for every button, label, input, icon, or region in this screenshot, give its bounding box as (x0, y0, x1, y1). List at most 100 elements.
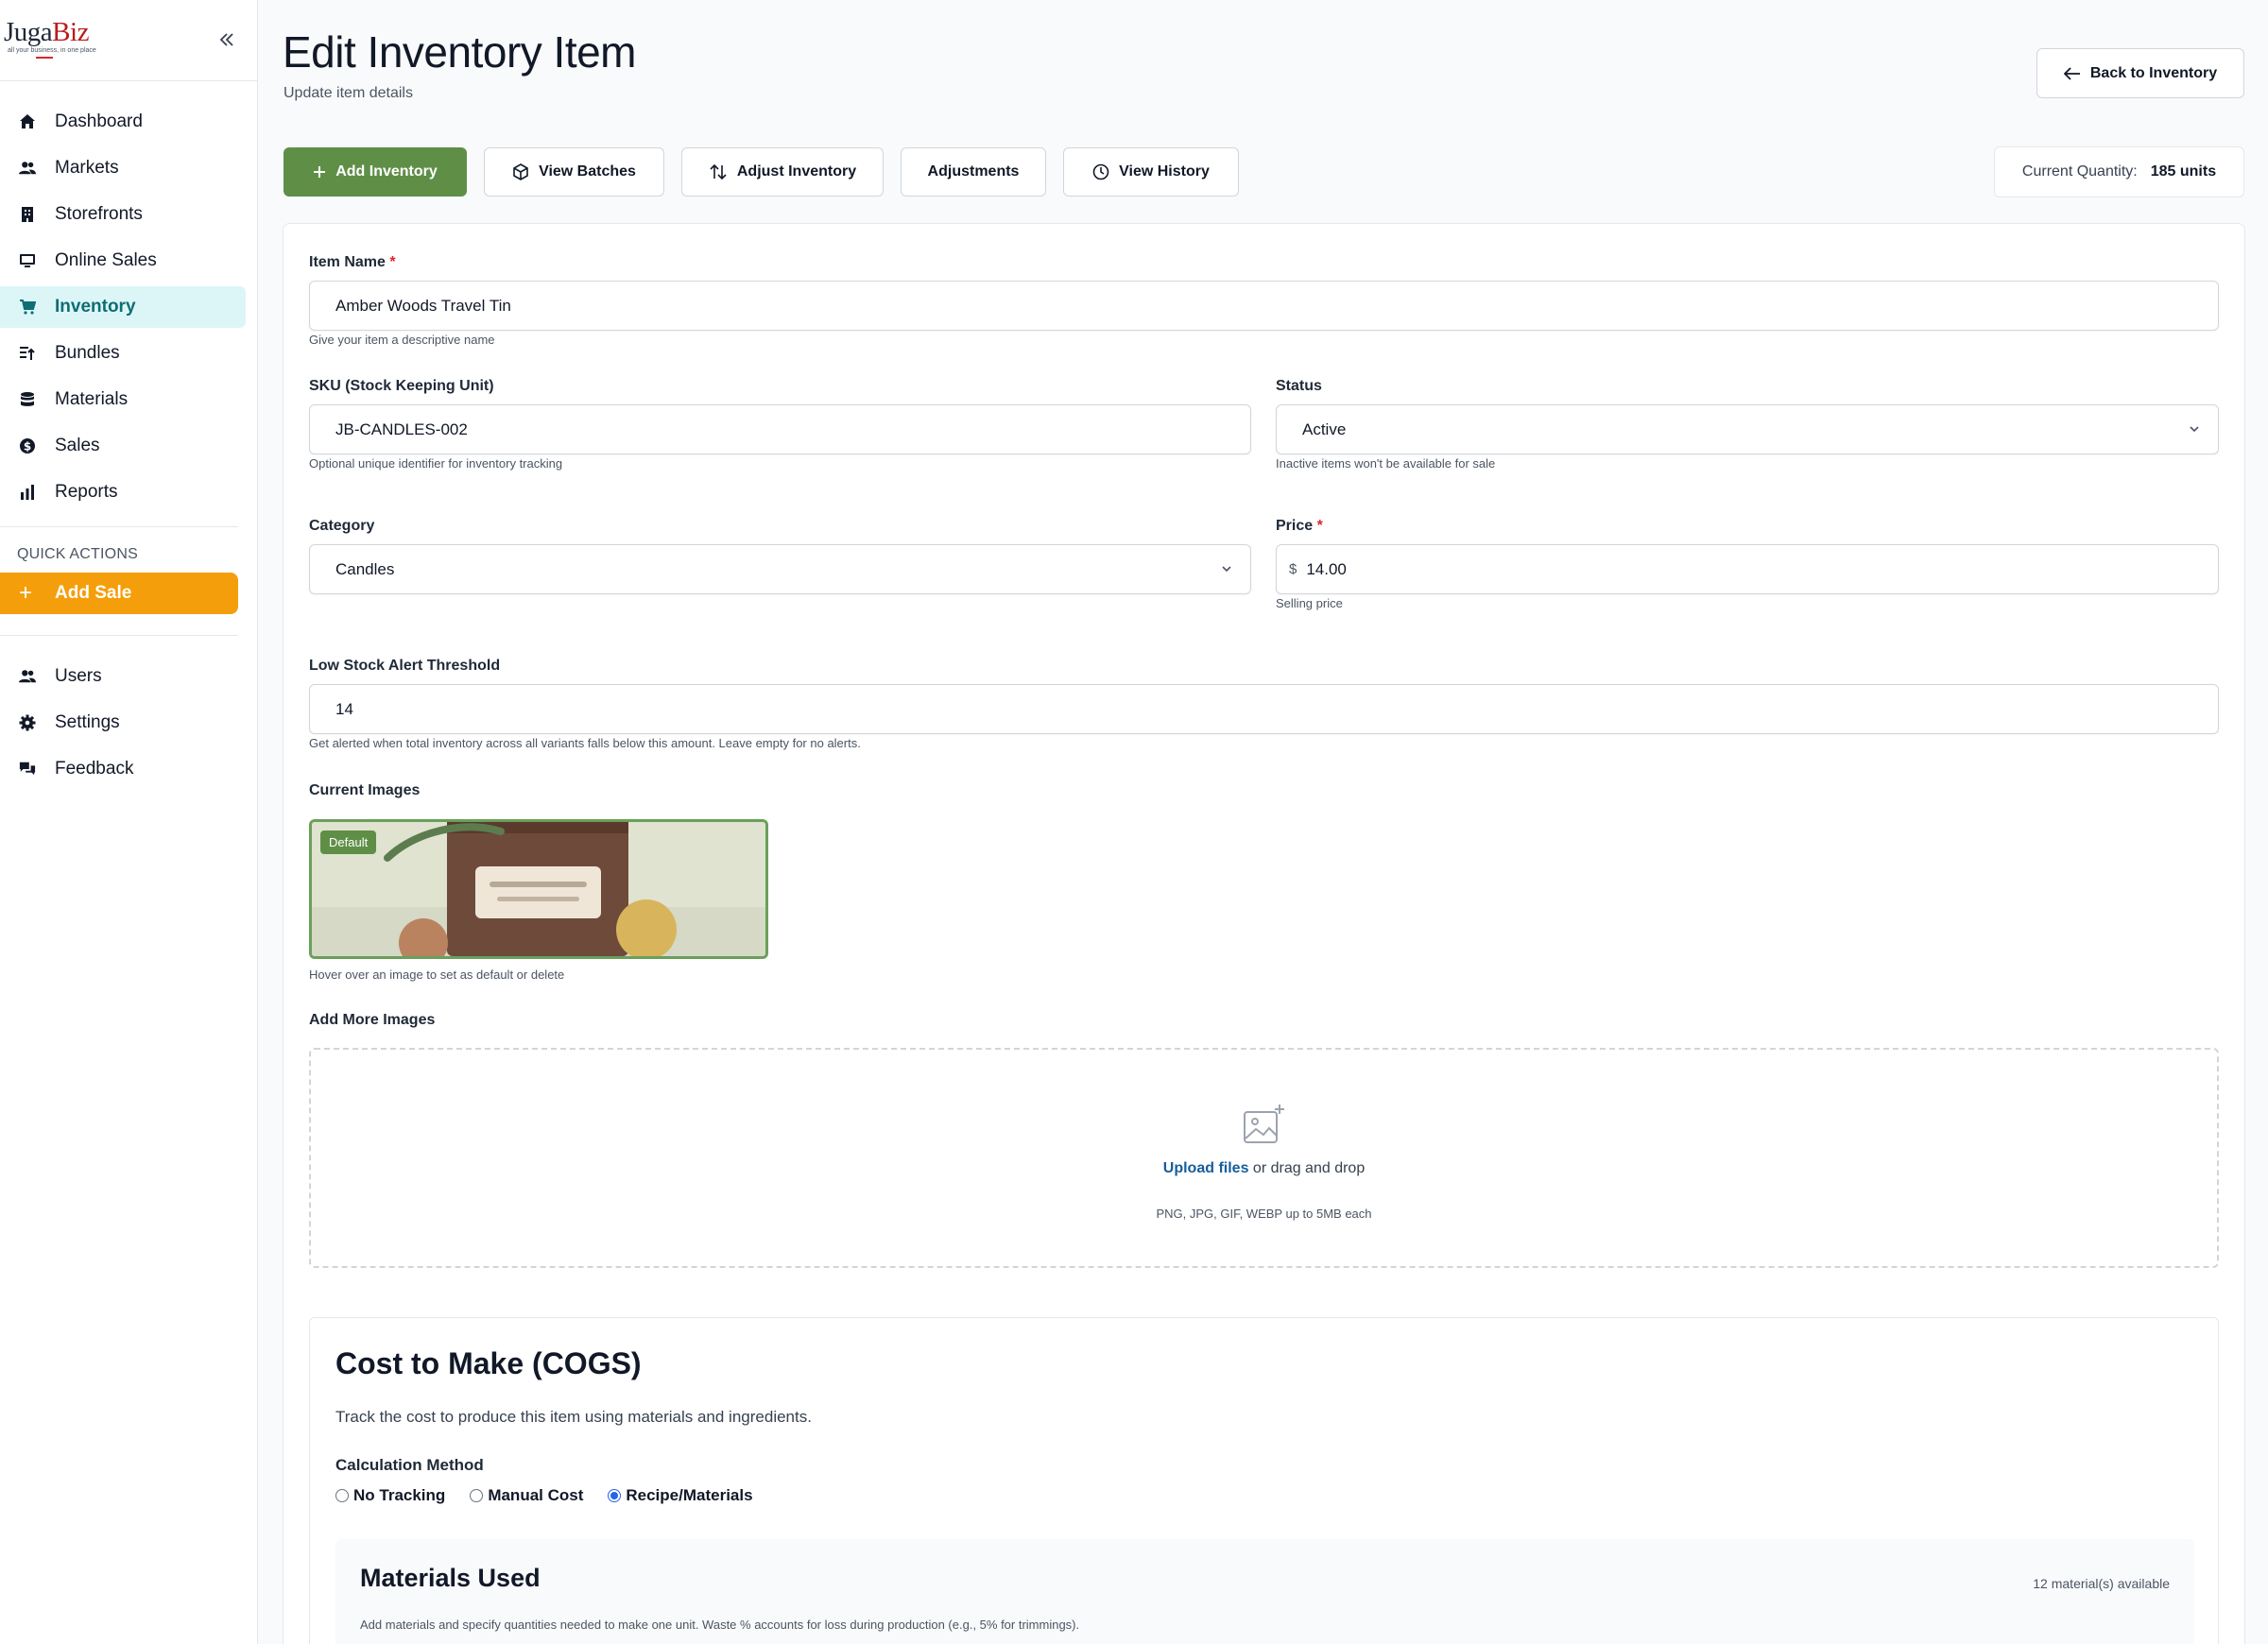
sidebar-item-label: Reports (55, 482, 118, 502)
category-select[interactable]: Candles (309, 544, 1251, 594)
radio-circle[interactable] (335, 1489, 349, 1502)
sidebar-item-label: Sales (55, 436, 100, 455)
sidebar-item-label: Users (55, 666, 102, 686)
sidebar-item-label: Dashboard (55, 111, 143, 131)
sidebar-item-reports[interactable]: Reports (0, 471, 246, 513)
add-inventory-button[interactable]: Add Inventory (284, 147, 467, 197)
monitor-icon (19, 252, 36, 269)
back-to-inventory-label: Back to Inventory (2089, 64, 2218, 81)
status-label: Status (1276, 378, 1322, 394)
cogs-description: Track the cost to produce this item usin… (335, 1408, 812, 1426)
current-images-help: Hover over an image to set as default or… (309, 968, 565, 982)
people-icon (19, 668, 36, 685)
sidebar: JugaBiz all your business, in one place … (0, 0, 258, 1644)
image-plus-icon (1244, 1105, 1284, 1143)
price-help: Selling price (1276, 596, 1343, 610)
low-stock-label: Low Stock Alert Threshold (309, 658, 501, 674)
sidebar-item-storefronts[interactable]: Storefronts (0, 194, 246, 235)
category-value: Candles (335, 559, 395, 578)
sidebar-item-label: Inventory (55, 297, 136, 317)
upload-files-link[interactable]: Upload files (1163, 1160, 1249, 1176)
view-history-button[interactable]: View History (1063, 147, 1239, 197)
product-image-thumbnail[interactable]: Default (309, 819, 768, 959)
sidebar-item-feedback[interactable]: Feedback (0, 748, 246, 790)
brand-name-part2: Biz (52, 17, 89, 47)
double-chevron-left-icon (219, 33, 233, 46)
edit-item-form: Item Name * Amber Woods Travel Tin Give … (283, 223, 2245, 1644)
sidebar-item-materials[interactable]: Materials (0, 379, 246, 420)
radio-label: No Tracking (353, 1486, 446, 1504)
radio-label: Recipe/Materials (626, 1486, 753, 1504)
cube-icon (513, 163, 528, 180)
current-images-label: Current Images (309, 782, 421, 798)
currency-symbol: $ (1289, 561, 1297, 577)
sidebar-item-dashboard[interactable]: Dashboard (0, 101, 246, 143)
sidebar-item-markets[interactable]: Markets (0, 147, 246, 189)
sidebar-item-label: Storefronts (55, 204, 143, 224)
item-name-input[interactable]: Amber Woods Travel Tin (309, 281, 2219, 331)
cart-icon (19, 299, 36, 316)
calculation-method-label: Calculation Method (335, 1456, 484, 1474)
current-quantity-value: 185 units (2150, 163, 2217, 180)
price-label: Price * (1276, 518, 1323, 534)
sidebar-item-label: Markets (55, 158, 119, 178)
materials-used-title: Materials Used (360, 1564, 541, 1592)
status-value: Active (1302, 420, 1347, 438)
upload-formats: PNG, JPG, GIF, WEBP up to 5MB each (1156, 1207, 1372, 1221)
sidebar-item-label: Feedback (55, 759, 134, 779)
adjust-inventory-label: Adjust Inventory (736, 163, 857, 180)
bar-chart-icon (19, 484, 36, 501)
action-toolbar: Add Inventory View Batches Adjust Invent… (284, 147, 1256, 197)
sidebar-item-label: Materials (55, 389, 129, 409)
calculation-method-radios: No Tracking Manual Cost Recipe/Materials (335, 1486, 778, 1505)
add-inventory-label: Add Inventory (335, 163, 438, 180)
upload-drag-text: or drag and drop (1248, 1160, 1366, 1176)
svg-text:$: $ (24, 440, 31, 454)
chevron-down-icon (2190, 426, 2199, 433)
add-sale-button[interactable]: + Add Sale (0, 573, 238, 614)
adjust-inventory-button[interactable]: Adjust Inventory (681, 147, 884, 197)
sidebar-item-settings[interactable]: Settings (0, 702, 246, 744)
radio-circle-selected[interactable] (608, 1489, 622, 1502)
view-batches-button[interactable]: View Batches (484, 147, 664, 197)
gear-icon (19, 714, 36, 731)
sidebar-item-label: Bundles (55, 343, 120, 363)
cogs-section: Cost to Make (COGS) Track the cost to pr… (309, 1317, 2219, 1644)
brand-logo[interactable]: JugaBiz (4, 17, 89, 48)
radio-recipe-materials[interactable]: Recipe/Materials (608, 1486, 753, 1505)
brand-name-part1: Juga (4, 17, 53, 47)
sidebar-item-sales[interactable]: $ Sales (0, 425, 246, 467)
dollar-icon: $ (19, 437, 36, 454)
radio-manual-cost[interactable]: Manual Cost (470, 1486, 583, 1505)
sku-label: SKU (Stock Keeping Unit) (309, 378, 494, 394)
collapse-sidebar-button[interactable] (214, 26, 240, 53)
page-title: Edit Inventory Item (283, 27, 637, 77)
add-sale-label: Add Sale (55, 583, 132, 603)
price-input[interactable]: $ 14.00 (1276, 544, 2219, 594)
status-select[interactable]: Active (1276, 404, 2219, 454)
adjustments-button[interactable]: Adjustments (901, 147, 1046, 197)
chat-icon (19, 761, 36, 778)
sidebar-item-online-sales[interactable]: Online Sales (0, 240, 246, 282)
back-to-inventory-button[interactable]: Back to Inventory (2036, 48, 2244, 98)
sidebar-item-inventory[interactable]: Inventory (0, 286, 246, 328)
brand-tagline: all your business, in one place (8, 47, 96, 54)
sidebar-divider (0, 635, 238, 636)
materials-available-count: 12 material(s) available (2033, 1576, 2170, 1591)
radio-no-tracking[interactable]: No Tracking (335, 1486, 445, 1505)
sku-help: Optional unique identifier for inventory… (309, 456, 563, 471)
sidebar-item-label: Settings (55, 712, 120, 732)
default-image-badge: Default (320, 831, 377, 854)
sidebar-item-users[interactable]: Users (0, 656, 246, 697)
image-upload-dropzone[interactable]: Upload files or drag and drop PNG, JPG, … (309, 1048, 2219, 1268)
sidebar-item-bundles[interactable]: Bundles (0, 333, 246, 374)
low-stock-input[interactable]: 14 (309, 684, 2219, 734)
add-images-label: Add More Images (309, 1012, 436, 1028)
radio-circle[interactable] (470, 1489, 484, 1502)
sku-input[interactable]: JB-CANDLES-002 (309, 404, 1251, 454)
product-image (312, 822, 765, 956)
brand: JugaBiz all your business, in one place (0, 0, 257, 81)
adjustments-label: Adjustments (927, 163, 1020, 180)
current-quantity: Current Quantity: 185 units (1994, 146, 2244, 197)
view-history-label: View History (1119, 163, 1210, 180)
